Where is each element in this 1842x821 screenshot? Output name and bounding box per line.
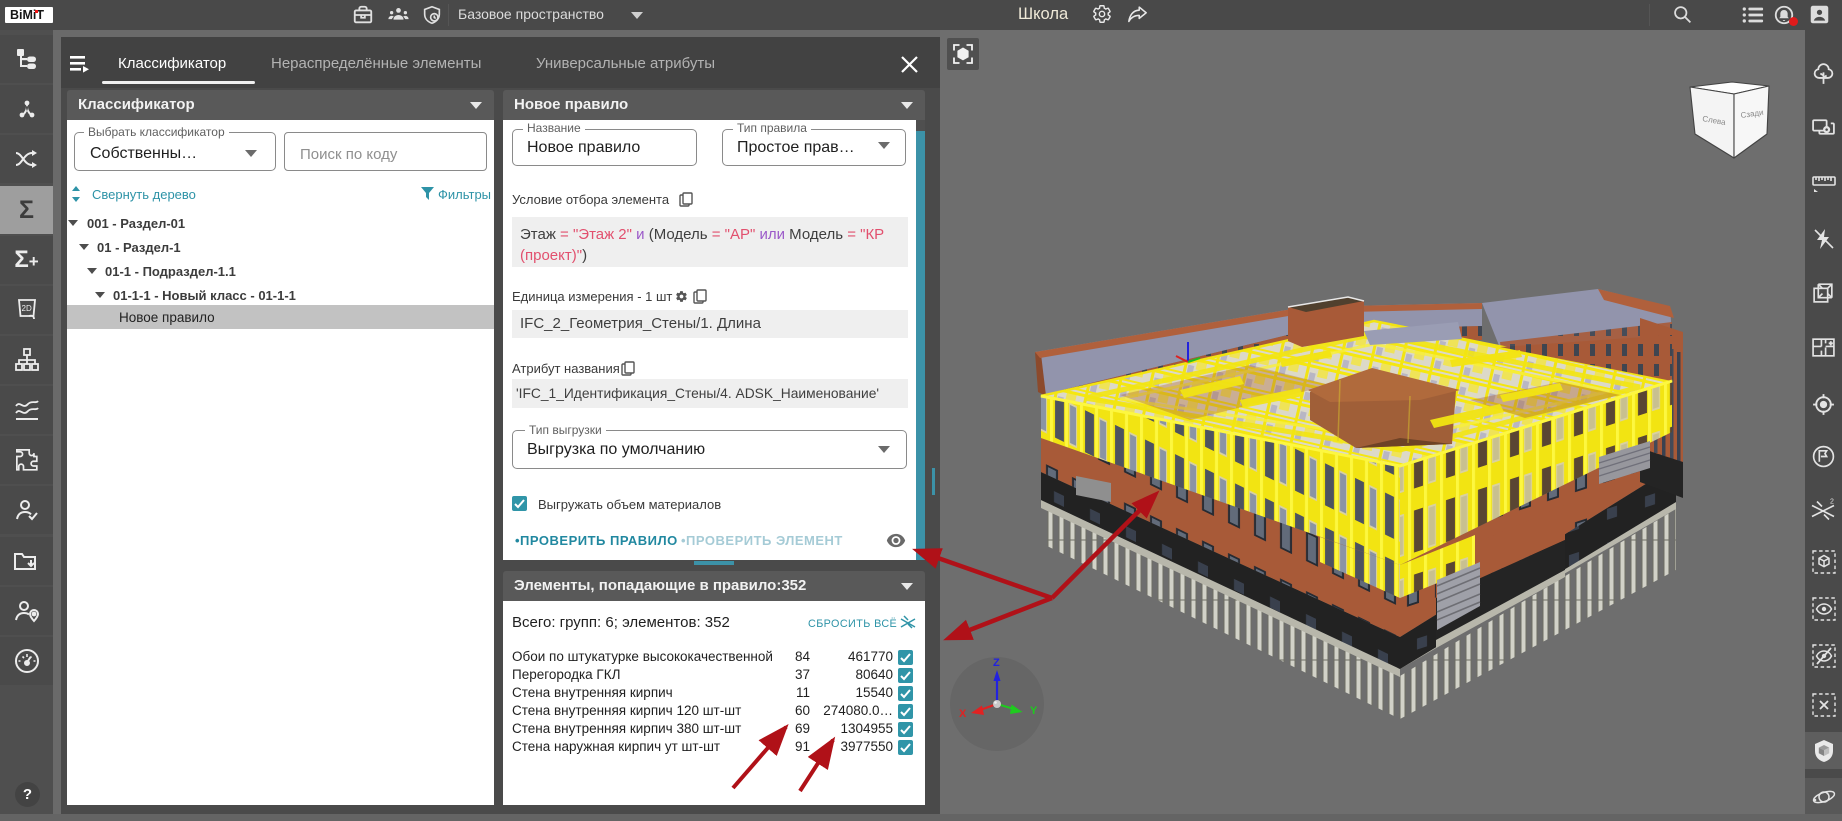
svg-text:Y: Y — [1030, 705, 1038, 717]
svg-text:2: 2 — [1830, 499, 1834, 506]
svg-text:2D: 2D — [21, 304, 31, 313]
svg-text:X: X — [959, 708, 967, 720]
